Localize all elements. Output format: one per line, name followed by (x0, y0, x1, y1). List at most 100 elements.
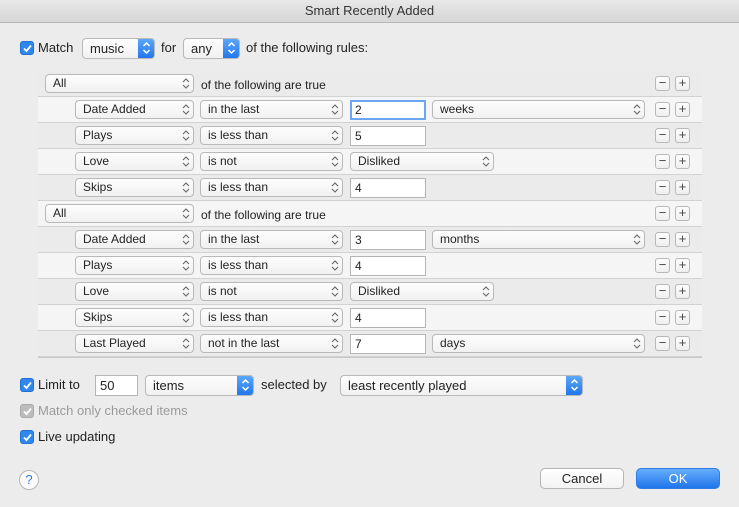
rule-field-popup[interactable]: Skips (75, 308, 194, 327)
remove-rule-button[interactable]: − (655, 258, 670, 273)
rule-operator-popup[interactable]: is less than (200, 178, 343, 197)
rule-field-popup[interactable]: Love (75, 282, 194, 301)
rule-operator-popup[interactable]: is not (200, 152, 343, 171)
rule-value-field[interactable]: 4 (350, 308, 426, 328)
group-quantifier-popup[interactable]: All (45, 204, 194, 223)
checkmark-icon (23, 407, 32, 416)
rule-choice-popup[interactable]: Disliked (350, 152, 494, 171)
updown-chevron-icon (633, 104, 641, 115)
rule-field-popup[interactable]: Love (75, 152, 194, 171)
rule-operator-popup-value: is less than (208, 258, 269, 272)
updown-chevron-icon (182, 234, 190, 245)
rule-unit-popup-value: months (440, 232, 480, 246)
add-rule-button[interactable]: + (675, 284, 690, 299)
updown-chevron-icon (182, 208, 190, 219)
rule-field-popup[interactable]: Plays (75, 256, 194, 275)
limit-unit-popup[interactable]: items (145, 375, 254, 396)
add-rule-button[interactable]: + (675, 102, 690, 117)
rule-row: Skips is less than 4 − + (38, 175, 702, 201)
remove-rule-button[interactable]: − (655, 310, 670, 325)
checkmark-icon (23, 44, 32, 53)
rule-field-popup[interactable]: Date Added (75, 230, 194, 249)
limit-checkbox[interactable] (20, 378, 34, 392)
rule-unit-popup[interactable]: months (432, 230, 645, 249)
updown-chevron-icon (633, 234, 641, 245)
add-rule-button[interactable]: + (675, 310, 690, 325)
add-rule-button[interactable]: + (675, 258, 690, 273)
match-label: Match (38, 40, 74, 55)
live-updating-checkbox[interactable] (20, 430, 34, 444)
remove-rule-button[interactable]: − (655, 180, 670, 195)
rule-value-field[interactable]: 3 (350, 230, 426, 250)
rule-unit-popup[interactable]: days (432, 334, 645, 353)
add-rule-button[interactable]: + (675, 128, 690, 143)
rule-field-popup-value: Love (83, 284, 110, 298)
rule-unit-popup[interactable]: weeks (432, 100, 645, 119)
rule-row: Date Added in the last 3 months − + (38, 227, 702, 253)
group-label: of the following are true (201, 208, 326, 222)
rule-operator-popup-value: is less than (208, 180, 269, 194)
rule-operator-popup-value: is not (208, 284, 237, 298)
rule-operator-popup-value: in the last (208, 232, 260, 246)
rule-value-field[interactable]: 4 (350, 178, 426, 198)
rule-operator-popup[interactable]: is less than (200, 256, 343, 275)
updown-chevron-icon (331, 234, 339, 245)
selected-by-popup[interactable]: least recently played (340, 375, 583, 396)
rule-row: Plays is less than 5 − + (38, 123, 702, 149)
remove-rule-button[interactable]: − (655, 128, 670, 143)
rule-value-field[interactable]: 7 (350, 334, 426, 354)
help-button[interactable]: ? (19, 470, 39, 490)
rule-field-popup[interactable]: Skips (75, 178, 194, 197)
updown-chevron-icon (331, 182, 339, 193)
rule-choice-popup-value: Disliked (358, 154, 401, 168)
rule-choice-popup[interactable]: Disliked (350, 282, 494, 301)
rule-row: Last Played not in the last 7 days − + (38, 331, 702, 357)
match-checked-checkbox[interactable] (20, 404, 34, 418)
updown-chevron-icon (331, 260, 339, 271)
remove-rule-button[interactable]: − (655, 76, 670, 91)
rule-operator-popup[interactable]: is less than (200, 126, 343, 145)
rule-value-field[interactable]: 2 (350, 100, 426, 120)
rule-operator-popup-value: is less than (208, 310, 269, 324)
rule-operator-popup[interactable]: in the last (200, 230, 343, 249)
rule-row: Plays is less than 4 − + (38, 253, 702, 279)
updown-chevron-icon (331, 286, 339, 297)
rule-field-popup[interactable]: Date Added (75, 100, 194, 119)
match-checkbox[interactable] (20, 41, 34, 55)
updown-chevron-icon (482, 156, 490, 167)
remove-rule-button[interactable]: − (655, 154, 670, 169)
add-rule-button[interactable]: + (675, 154, 690, 169)
rule-field-popup-value: Plays (83, 128, 113, 142)
rule-operator-popup[interactable]: is not (200, 282, 343, 301)
rule-field-popup[interactable]: Plays (75, 126, 194, 145)
rule-operator-popup[interactable]: in the last (200, 100, 343, 119)
rule-field-popup-value: Date Added (83, 232, 146, 246)
media-kind-popup[interactable]: music (82, 38, 155, 59)
updown-chevron-icon (182, 156, 190, 167)
quantifier-popup[interactable]: any (183, 38, 240, 59)
add-rule-button[interactable]: + (675, 206, 690, 221)
add-rule-button[interactable]: + (675, 336, 690, 351)
remove-rule-button[interactable]: − (655, 206, 670, 221)
rule-value-field[interactable]: 5 (350, 126, 426, 146)
updown-chevron-icon (182, 78, 190, 89)
limit-label: Limit to (38, 377, 80, 392)
rule-operator-popup-value: in the last (208, 102, 260, 116)
remove-rule-button[interactable]: − (655, 102, 670, 117)
rule-field-popup[interactable]: Last Played (75, 334, 194, 353)
ok-button[interactable]: OK (636, 468, 720, 489)
rule-row: Date Added in the last 2 weeks − + (38, 97, 702, 123)
rule-operator-popup[interactable]: is less than (200, 308, 343, 327)
group-quantifier-popup[interactable]: All (45, 74, 194, 93)
rule-operator-popup[interactable]: not in the last (200, 334, 343, 353)
cancel-button[interactable]: Cancel (540, 468, 624, 489)
remove-rule-button[interactable]: − (655, 232, 670, 247)
remove-rule-button[interactable]: − (655, 284, 670, 299)
add-rule-button[interactable]: + (675, 232, 690, 247)
remove-rule-button[interactable]: − (655, 336, 670, 351)
rules-bottom-divider (38, 357, 702, 358)
limit-count-field[interactable]: 50 (95, 375, 138, 396)
add-rule-button[interactable]: + (675, 76, 690, 91)
add-rule-button[interactable]: + (675, 180, 690, 195)
rule-value-field[interactable]: 4 (350, 256, 426, 276)
